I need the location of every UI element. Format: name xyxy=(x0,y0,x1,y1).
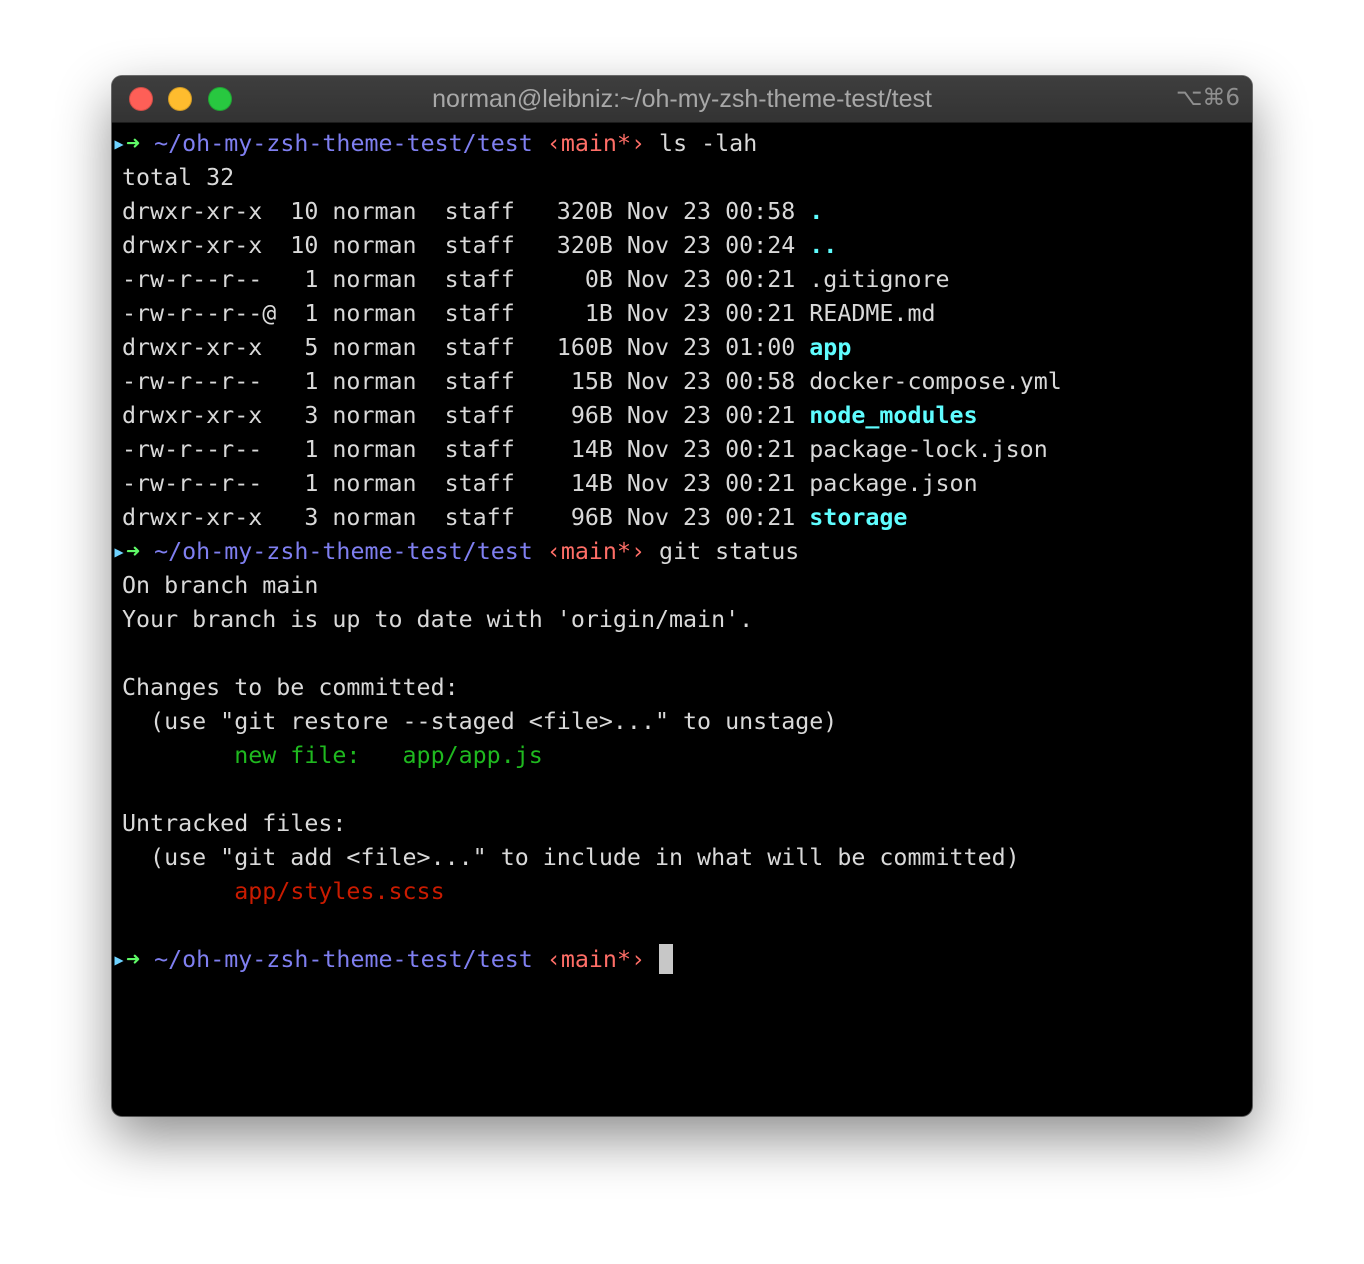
terminal-window: norman@leibniz:~/oh-my-zsh-theme-test/te… xyxy=(112,76,1252,1116)
listing-row: -rw-r--r--@ 1 norman staff 1B Nov 23 00:… xyxy=(112,297,1252,331)
listing-file-name: package.json xyxy=(809,470,978,497)
listing-row: drwxr-xr-x 10 norman staff 320B Nov 23 0… xyxy=(112,195,1252,229)
prompt-branch: ‹main*› xyxy=(546,946,646,973)
listing-dir-name: node_modules xyxy=(809,402,978,429)
terminal-output[interactable]: ▸➜ ~/oh-my-zsh-theme-test/test ‹main*› l… xyxy=(112,127,1252,977)
output-line: total 32 xyxy=(122,164,235,191)
listing-file-name: README.md xyxy=(809,300,936,327)
output-line: (use "git add <file>..." to include in w… xyxy=(122,844,1020,871)
text-cursor[interactable] xyxy=(659,943,674,974)
listing-meta: drwxr-xr-x 10 norman staff 320B Nov 23 0… xyxy=(122,198,810,225)
output-line: Changes to be committed: xyxy=(122,674,459,701)
directory-listing: drwxr-xr-x 10 norman staff 320B Nov 23 0… xyxy=(112,195,1252,535)
output-line: Untracked files: xyxy=(122,810,347,837)
listing-meta: -rw-r--r--@ 1 norman staff 1B Nov 23 00:… xyxy=(122,300,810,327)
listing-row: drwxr-xr-x 3 norman staff 96B Nov 23 00:… xyxy=(112,399,1252,433)
prompt-branch: ‹main*› xyxy=(546,130,646,157)
listing-row: -rw-r--r-- 1 norman staff 0B Nov 23 00:2… xyxy=(112,263,1252,297)
prompt-cwd: ~/oh-my-zsh-theme-test/test xyxy=(154,130,533,157)
command-text: ls -lah xyxy=(659,130,758,157)
output-line: (use "git restore --staged <file>..." to… xyxy=(122,708,838,735)
listing-row: drwxr-xr-x 3 norman staff 96B Nov 23 00:… xyxy=(112,501,1252,535)
active-prompt-line[interactable]: ▸➜ ~/oh-my-zsh-theme-test/test ‹main*› xyxy=(112,943,1252,977)
output-line: On branch main xyxy=(122,572,319,599)
prompt-cwd: ~/oh-my-zsh-theme-test/test xyxy=(154,538,533,565)
listing-dir-name: . xyxy=(809,198,824,225)
listing-meta: -rw-r--r-- 1 norman staff 15B Nov 23 00:… xyxy=(122,368,810,395)
listing-meta: drwxr-xr-x 10 norman staff 320B Nov 23 0… xyxy=(122,232,810,259)
prompt-arrow-icon: ▸➜ xyxy=(112,946,141,973)
prompt-branch: ‹main*› xyxy=(546,538,646,565)
prompt-line: ▸➜ ~/oh-my-zsh-theme-test/test ‹main*› g… xyxy=(112,535,1252,569)
title-bar[interactable]: norman@leibniz:~/oh-my-zsh-theme-test/te… xyxy=(112,76,1252,123)
listing-meta: -rw-r--r-- 1 norman staff 14B Nov 23 00:… xyxy=(122,470,810,497)
staged-file-line: new file: app/app.js xyxy=(122,742,543,769)
command-text: git status xyxy=(659,538,800,565)
listing-file-name: .gitignore xyxy=(809,266,950,293)
listing-dir-name: app xyxy=(809,334,852,361)
output-line: Your branch is up to date with 'origin/m… xyxy=(122,606,754,633)
tab-shortcut-label: ⌥⌘6 xyxy=(1175,85,1240,111)
listing-dir-name: storage xyxy=(809,504,908,531)
listing-row: -rw-r--r-- 1 norman staff 14B Nov 23 00:… xyxy=(112,467,1252,501)
listing-row: drwxr-xr-x 5 norman staff 160B Nov 23 01… xyxy=(112,331,1252,365)
listing-dir-name: .. xyxy=(809,232,838,259)
listing-meta: drwxr-xr-x 3 norman staff 96B Nov 23 00:… xyxy=(122,504,810,531)
listing-row: -rw-r--r-- 1 norman staff 15B Nov 23 00:… xyxy=(112,365,1252,399)
untracked-file-line: app/styles.scss xyxy=(112,875,1252,909)
prompt-arrow-icon: ▸➜ xyxy=(112,130,141,157)
listing-row: -rw-r--r-- 1 norman staff 14B Nov 23 00:… xyxy=(112,433,1252,467)
window-title: norman@leibniz:~/oh-my-zsh-theme-test/te… xyxy=(432,85,932,113)
listing-meta: drwxr-xr-x 5 norman staff 160B Nov 23 01… xyxy=(122,334,810,361)
listing-meta: -rw-r--r-- 1 norman staff 14B Nov 23 00:… xyxy=(122,436,810,463)
prompt-arrow-icon: ▸➜ xyxy=(112,538,141,565)
listing-file-name: package-lock.json xyxy=(809,436,1048,463)
untracked-file: app/styles.scss xyxy=(234,878,445,905)
prompt-cwd: ~/oh-my-zsh-theme-test/test xyxy=(154,946,533,973)
listing-meta: drwxr-xr-x 3 norman staff 96B Nov 23 00:… xyxy=(122,402,810,429)
listing-meta: -rw-r--r-- 1 norman staff 0B Nov 23 00:2… xyxy=(122,266,810,293)
staged-file: app/app.js xyxy=(402,742,543,769)
listing-row: drwxr-xr-x 10 norman staff 320B Nov 23 0… xyxy=(112,229,1252,263)
listing-file-name: docker-compose.yml xyxy=(809,368,1062,395)
prompt-line: ▸➜ ~/oh-my-zsh-theme-test/test ‹main*› l… xyxy=(112,127,1252,161)
